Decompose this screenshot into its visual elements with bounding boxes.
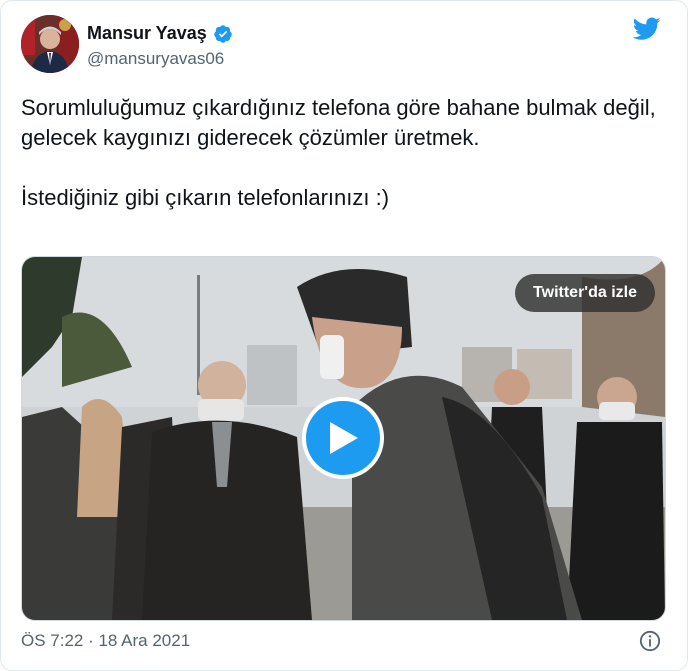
video-player[interactable]: Twitter'da izle [21, 256, 666, 621]
tweet-timestamp[interactable]: ÖS 7:22 · 18 Ara 2021 [21, 631, 190, 651]
tweet-card: Mansur Yavaş @mansuryavas06 Sorumluluğum… [0, 0, 688, 671]
author-handle[interactable]: @mansuryavas06 [87, 49, 224, 69]
author-name[interactable]: Mansur Yavaş [87, 23, 233, 44]
watch-on-twitter-button[interactable]: Twitter'da izle [515, 274, 655, 312]
play-button[interactable] [302, 397, 384, 479]
info-icon[interactable] [639, 630, 661, 652]
tweet-text: Sorumluluğumuz çıkardığınız telefona gör… [21, 95, 656, 210]
avatar-image [21, 15, 79, 73]
verified-badge-icon [213, 24, 232, 43]
play-icon [330, 422, 358, 454]
avatar[interactable] [21, 15, 79, 73]
twitter-bird-icon[interactable] [633, 17, 661, 41]
author-name-text[interactable]: Mansur Yavaş [87, 23, 207, 44]
